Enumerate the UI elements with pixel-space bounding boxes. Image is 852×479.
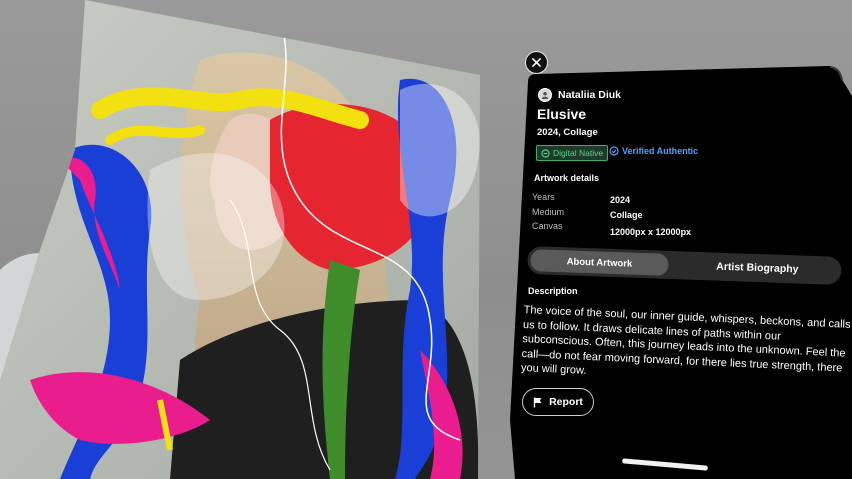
detail-label-medium: Medium	[532, 207, 565, 217]
artist-row[interactable]: Nataliia Diuk	[538, 88, 621, 102]
detail-label-canvas: Canvas	[532, 221, 563, 231]
artwork-title: Elusive	[537, 106, 587, 122]
digital-native-label: Digital Native	[553, 148, 604, 158]
digital-native-icon	[541, 148, 550, 158]
info-panel: Nataliia Diuk Elusive 2024, Collage Digi…	[510, 70, 852, 479]
report-button[interactable]: Report	[522, 388, 594, 416]
detail-label-years: Years	[532, 192, 555, 202]
description-text: The voice of the soul, our inner guide, …	[520, 303, 851, 377]
report-label: Report	[549, 396, 583, 408]
artwork-subtitle: 2024, Collage	[537, 127, 598, 138]
description-heading: Description	[528, 286, 578, 296]
detail-value-canvas: 12000px x 12000px	[610, 227, 692, 237]
tab-artist-biography[interactable]: Artist Biography	[677, 254, 838, 282]
verified-badge: Verified Authentic	[609, 146, 698, 156]
verified-label: Verified Authentic	[622, 146, 699, 156]
detail-value-years: 2024	[610, 195, 631, 205]
tab-about-artwork[interactable]: About Artwork	[530, 249, 669, 276]
detail-value-medium: Collage	[610, 210, 643, 220]
digital-native-badge: Digital Native	[536, 145, 609, 161]
tab-bar: About Artwork Artist Biography	[527, 246, 842, 285]
close-icon	[532, 58, 541, 67]
details-heading: Artwork details	[534, 173, 600, 183]
verified-check-icon	[609, 146, 619, 156]
artist-name: Nataliia Diuk	[558, 89, 622, 101]
person-icon	[541, 92, 549, 99]
flag-icon	[533, 397, 542, 407]
artist-avatar	[538, 88, 552, 102]
